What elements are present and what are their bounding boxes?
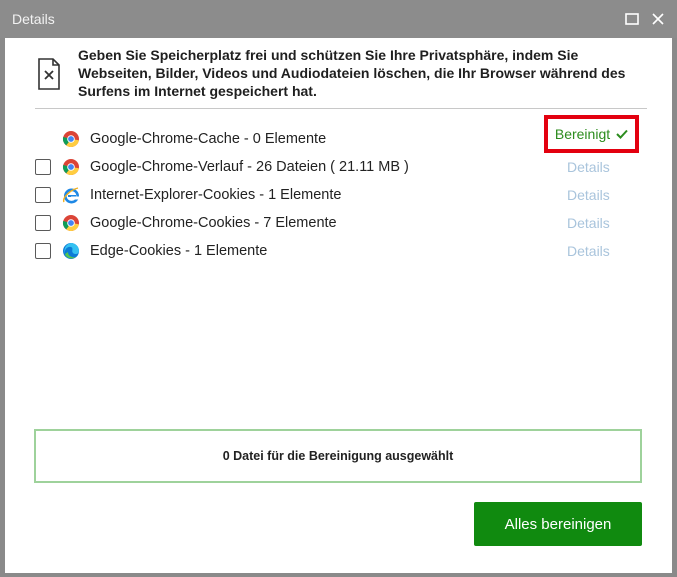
header-divider (35, 108, 647, 109)
list-item: Google-Chrome-Verlauf - 26 Dateien ( 21.… (5, 153, 672, 181)
list-item: Edge-Cookies - 1 Elemente Details (5, 237, 672, 265)
details-link[interactable]: Details (567, 187, 610, 203)
item-checkbox[interactable] (35, 243, 51, 259)
chrome-icon (62, 131, 79, 148)
cleaned-status-badge: Bereinigt (544, 115, 639, 153)
list-item: Google-Chrome-Cookies - 7 Elemente Detai… (5, 209, 672, 237)
details-link[interactable]: Details (567, 215, 610, 231)
delete-document-icon (38, 58, 60, 90)
maximize-button[interactable] (622, 9, 642, 29)
details-dialog: Details Geben Sie Speicherplatz frei und… (0, 0, 677, 577)
item-checkbox[interactable] (35, 187, 51, 203)
details-link[interactable]: Details (567, 243, 610, 259)
list-item: Internet-Explorer-Cookies - 1 Elemente D… (5, 181, 672, 209)
close-button[interactable] (648, 9, 668, 29)
item-label: Internet-Explorer-Cookies - 1 Elemente (90, 187, 342, 203)
chrome-icon (62, 159, 79, 176)
cleaned-status-text: Bereinigt (554, 126, 611, 142)
item-label: Google-Chrome-Cookies - 7 Elemente (90, 215, 337, 231)
item-label: Google-Chrome-Verlauf - 26 Dateien ( 21.… (90, 159, 409, 175)
info-header: Geben Sie Speicherplatz frei und schütze… (35, 42, 647, 108)
item-checkbox[interactable] (35, 215, 51, 231)
dialog-content: Geben Sie Speicherplatz frei und schütze… (5, 38, 672, 573)
close-icon (652, 13, 664, 25)
list-item: Google-Chrome-Cache - 0 Elemente Bereini… (5, 115, 672, 153)
item-label: Google-Chrome-Cache - 0 Elemente (90, 131, 327, 147)
title-bar: Details (0, 0, 677, 38)
internet-explorer-icon (63, 187, 79, 204)
clean-all-button[interactable]: Alles bereinigen (474, 502, 642, 546)
item-label: Edge-Cookies - 1 Elemente (90, 243, 268, 259)
edge-icon (63, 243, 79, 259)
item-checkbox[interactable] (35, 159, 51, 175)
selection-status-text: 0 Datei für die Bereinigung ausgewählt (222, 449, 454, 463)
window-title: Details (12, 11, 55, 27)
header-description: Geben Sie Speicherplatz frei und schütze… (78, 47, 626, 99)
details-link[interactable]: Details (567, 159, 610, 175)
maximize-icon (625, 13, 639, 25)
selection-status-box: 0 Datei für die Bereinigung ausgewählt (34, 429, 642, 483)
chrome-icon (62, 215, 79, 232)
checkmark-icon (616, 129, 628, 139)
